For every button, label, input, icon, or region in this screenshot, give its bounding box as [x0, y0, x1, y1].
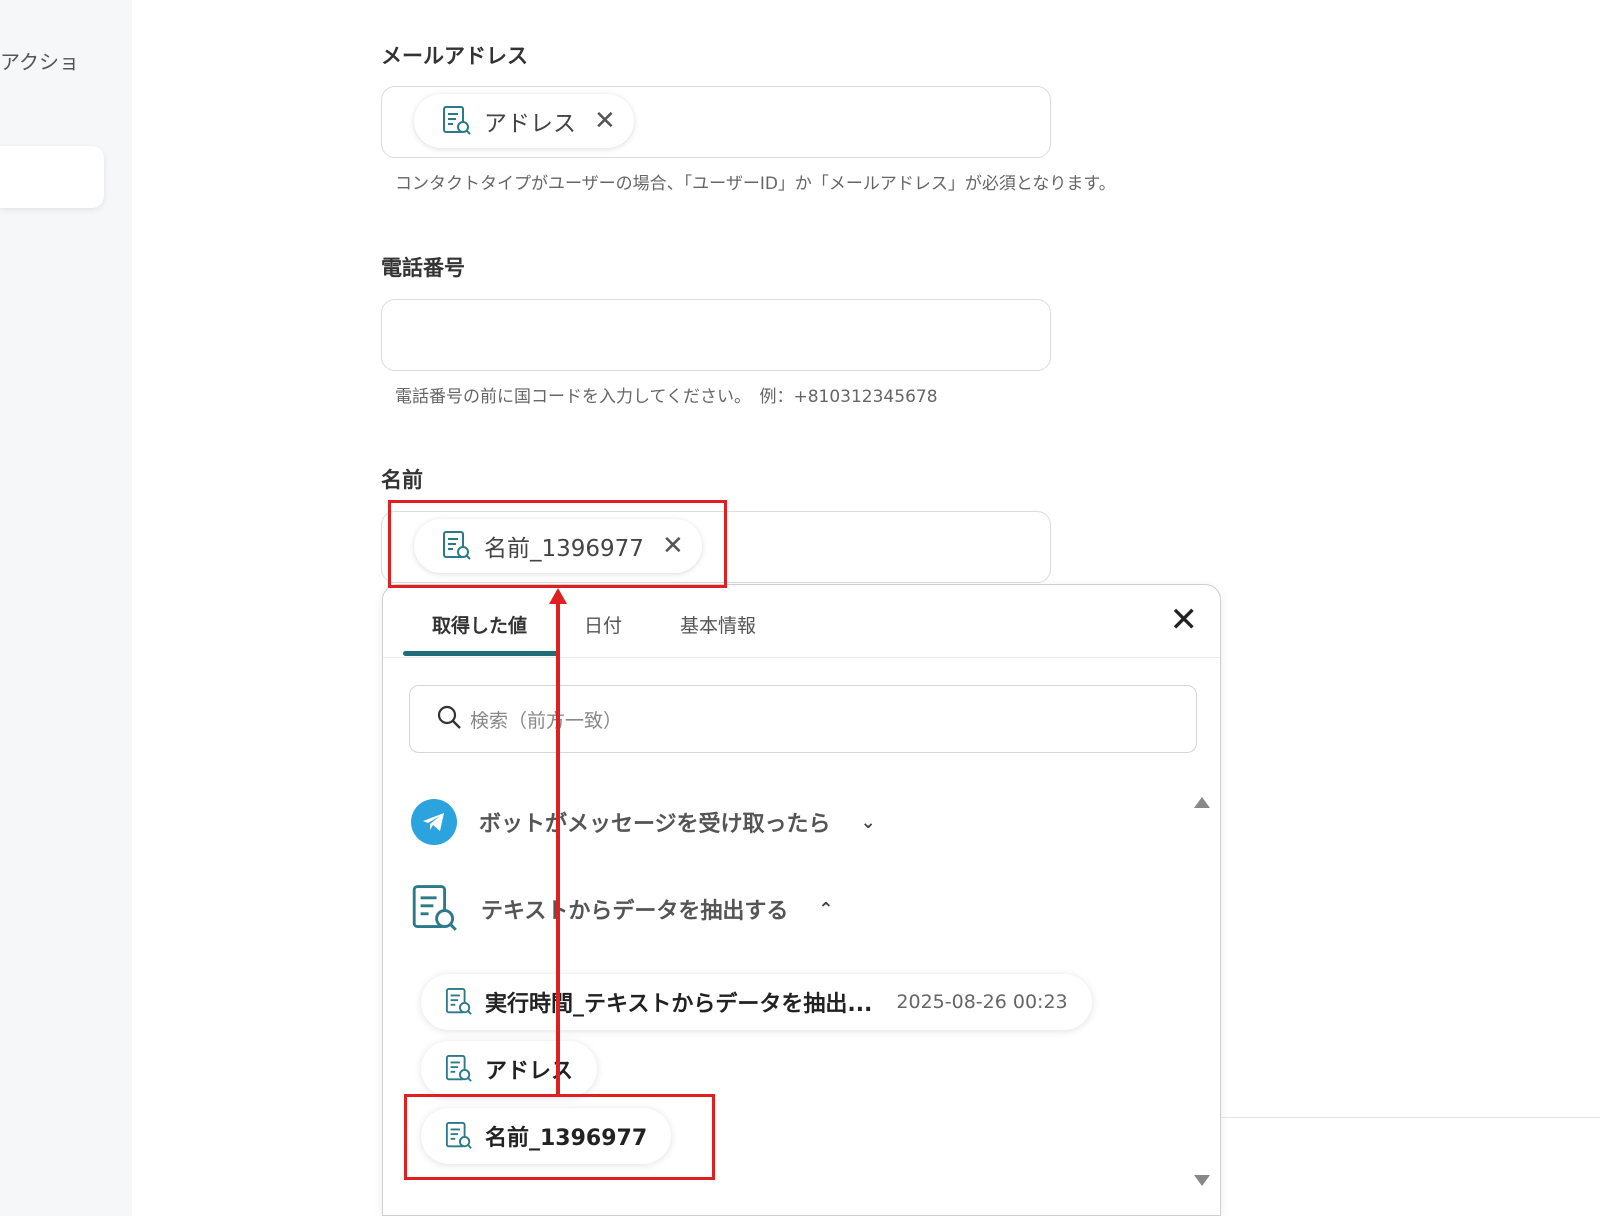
chevron-up-icon[interactable]: ⌃: [818, 899, 833, 920]
item-label: 名前_1396977: [485, 1126, 648, 1151]
scroll-up-arrow[interactable]: [1194, 797, 1210, 808]
search-icon: [436, 704, 462, 734]
tab-basic-info[interactable]: 基本情報: [680, 611, 756, 638]
item-value: 2025-08-26 00:23: [896, 991, 1068, 1013]
list-item[interactable]: 実行時間_テキストからデータを抽出... 2025-08-26 00:23: [421, 974, 1092, 1030]
close-icon[interactable]: ✕: [662, 533, 684, 559]
tab-retrieved-values[interactable]: 取得した値: [432, 611, 527, 638]
list-item[interactable]: 名前_1396977: [421, 1108, 672, 1164]
sidebar-action-label[interactable]: アクショ: [0, 46, 79, 75]
email-help-text: コンタクトタイプがユーザーの場合、「ユーザーID」か「メールアドレス」が必須とな…: [395, 174, 1116, 194]
name-chip-label: 名前_1396977: [484, 536, 644, 562]
active-tab-indicator: [403, 651, 559, 656]
email-field-label: メールアドレス: [381, 44, 528, 68]
popup-tabs: 取得した値 日付 基本情報 ✕: [383, 585, 1220, 658]
variable-picker-popup: 取得した値 日付 基本情報 ✕ 検索（前方一致） ボットがメッセージを受け取った…: [382, 584, 1221, 1216]
scroll-down-arrow[interactable]: [1194, 1175, 1210, 1186]
name-value-chip[interactable]: 名前_1396977 ✕: [414, 519, 702, 573]
document-search-icon: [445, 1121, 473, 1151]
group-label: ボットがメッセージを受け取ったら: [479, 812, 831, 837]
close-icon[interactable]: ✕: [1170, 603, 1199, 637]
list-item[interactable]: アドレス: [421, 1041, 598, 1097]
document-search-icon: [445, 1054, 473, 1084]
annotation-arrow-head: [549, 588, 567, 604]
group-text-extract[interactable]: テキストからデータを抽出する ⌃: [411, 883, 833, 935]
telegram-icon: [411, 799, 457, 845]
search-input[interactable]: 検索（前方一致）: [409, 685, 1197, 753]
group-telegram-trigger[interactable]: ボットがメッセージを受け取ったら ⌄: [411, 799, 876, 845]
sidebar-card[interactable]: [0, 146, 104, 208]
annotation-arrow: [556, 600, 560, 1094]
phone-field[interactable]: [381, 299, 1051, 371]
phone-field-label: 電話番号: [381, 256, 465, 280]
document-search-icon: [411, 883, 459, 935]
email-chip-label: アドレス: [484, 111, 576, 137]
name-field-label: 名前: [381, 468, 423, 492]
document-search-icon: [445, 987, 473, 1017]
tab-date[interactable]: 日付: [584, 611, 622, 638]
group-label: テキストからデータを抽出する: [481, 899, 789, 924]
phone-help-text: 電話番号の前に国コードを入力してください。 例：+810312345678: [395, 387, 938, 407]
document-search-icon: [442, 105, 472, 137]
sidebar: アクショ: [0, 0, 132, 1216]
email-value-chip[interactable]: アドレス ✕: [414, 94, 634, 148]
item-label: 実行時間_テキストからデータを抽出...: [485, 992, 873, 1017]
name-field[interactable]: 名前_1396977 ✕: [381, 511, 1051, 583]
search-placeholder: 検索（前方一致）: [470, 709, 623, 732]
chevron-down-icon[interactable]: ⌄: [861, 812, 876, 833]
close-icon[interactable]: ✕: [594, 108, 616, 134]
document-search-icon: [442, 530, 472, 562]
email-field[interactable]: アドレス ✕: [381, 86, 1051, 158]
divider: [1221, 1117, 1600, 1118]
